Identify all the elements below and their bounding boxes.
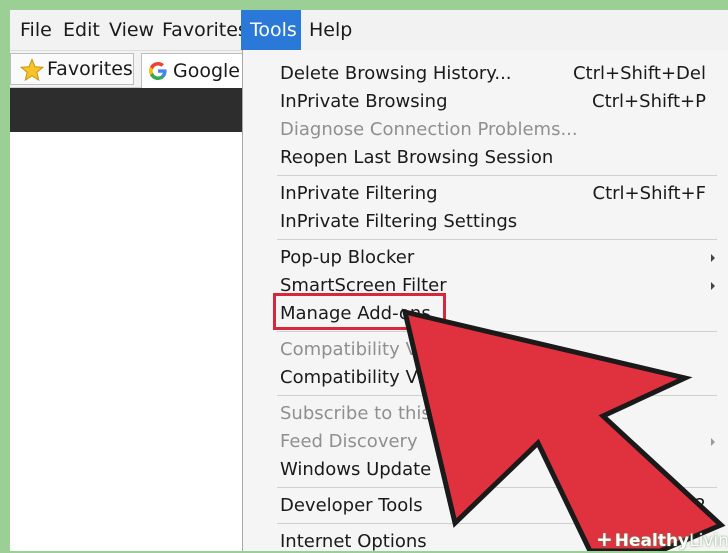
pointer-arrow-graphic: [401, 308, 726, 551]
watermark-logo: +HealthyLiving: [596, 527, 728, 551]
browser-window: File Edit View Favorites Tools Help Favo…: [10, 10, 728, 551]
